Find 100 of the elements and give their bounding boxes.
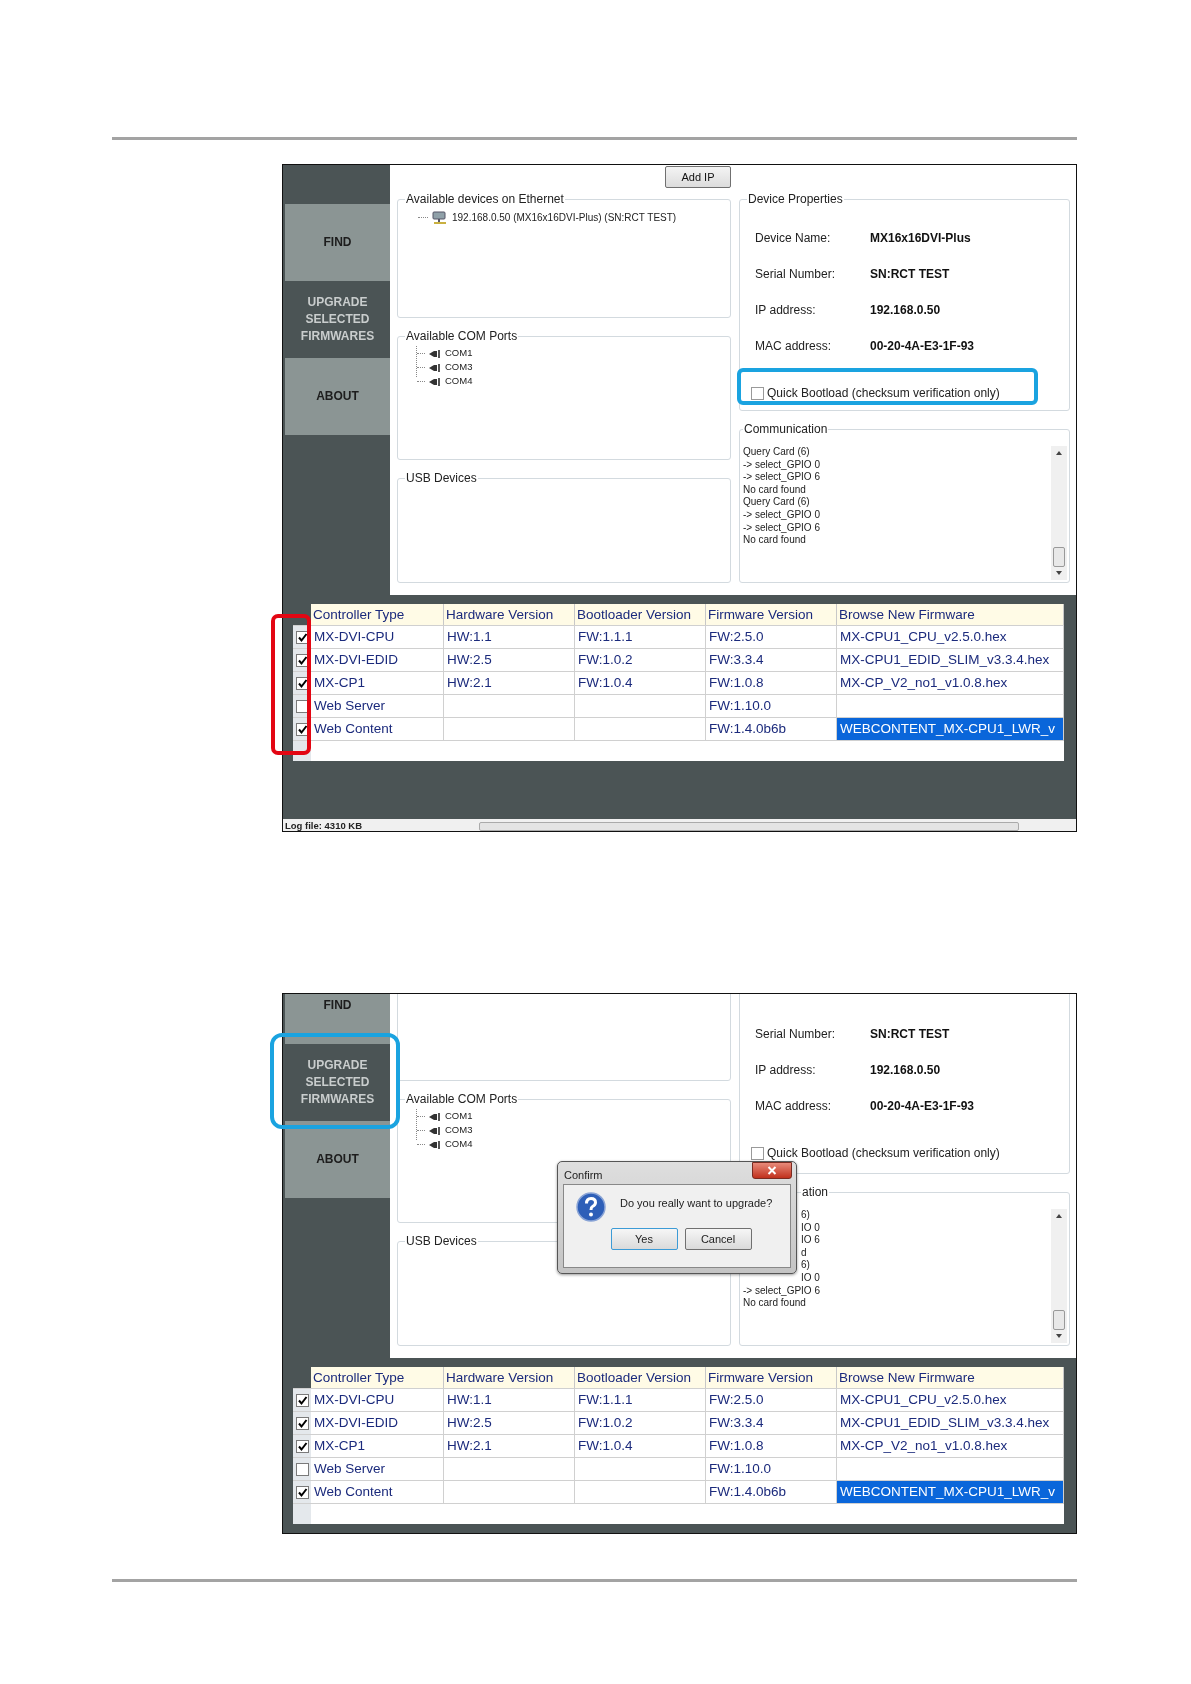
dialog-button[interactable]: Yes (610, 1228, 678, 1250)
column-header[interactable]: Firmware Version (706, 1367, 837, 1388)
com-port[interactable]: COM1 (445, 345, 473, 361)
scrollbar[interactable] (1051, 1209, 1067, 1343)
com-port[interactable]: COM4 (445, 1136, 473, 1152)
table-cell: MX-DVI-CPU (311, 1389, 444, 1411)
table-cell: FW:3.3.4 (706, 649, 837, 671)
field-label: IP address: (755, 302, 817, 319)
checkbox[interactable] (295, 1485, 309, 1499)
sidebar-button[interactable]: FIND (285, 204, 390, 281)
column-header[interactable]: Bootloader Version (575, 604, 706, 625)
column-header[interactable]: Hardware Version (444, 604, 575, 625)
table-cell: FW:1.0.8 (706, 1435, 837, 1457)
table-cell[interactable]: MX-CPU1_EDID_SLIM_v3.3.4.hex (837, 1412, 1064, 1434)
table-cell: FW:1.0.2 (575, 1412, 706, 1434)
group-title: Available COM Ports (405, 328, 519, 345)
table-cell: FW:1.4.0b6b (706, 718, 837, 740)
dialog-title: Confirm (564, 1168, 603, 1183)
scrollbar-thumb[interactable] (1053, 1310, 1065, 1330)
column-header[interactable]: Browse New Firmware (837, 1367, 1064, 1388)
table-cell[interactable]: MX-CP_V2_no1_v1.0.8.hex (837, 1435, 1064, 1457)
checkbox[interactable] (295, 1393, 309, 1407)
table-cell: FW:1.0.2 (575, 649, 706, 671)
table-cell: FW:1.1.1 (575, 1389, 706, 1411)
table-cell[interactable]: WEBCONTENT_MX-CPU1_LWR_v (837, 1481, 1064, 1503)
plug-icon (428, 1111, 442, 1121)
log-line: -> select_GPIO 0 (743, 508, 820, 522)
field-label: MAC address: (755, 338, 833, 355)
field-value: 00-20-4A-E3-1F-93 (870, 338, 975, 355)
table-cell: FW:1.0.4 (575, 1435, 706, 1457)
group-title: USB Devices (405, 1233, 478, 1250)
log-line: -> select_GPIO 0 (743, 458, 820, 472)
com-port[interactable]: COM3 (445, 359, 473, 375)
group-title: Device Properties (747, 191, 844, 208)
close-icon (767, 1166, 777, 1175)
sidebar-button[interactable]: FIND (285, 994, 390, 1044)
up-arrow-icon (1055, 449, 1063, 457)
com-port[interactable]: COM1 (445, 1108, 473, 1124)
checkbox[interactable] (295, 1462, 309, 1476)
device-entry[interactable]: 192.168.0.50 (MX16x16DVI-Plus) (SN:RCT TEST) (452, 210, 677, 225)
checkbox[interactable] (751, 386, 764, 400)
scrollbar-thumb[interactable] (1053, 547, 1065, 567)
plug-icon (428, 1125, 442, 1135)
column-header[interactable]: Controller Type (311, 604, 444, 625)
dialog-button[interactable]: Cancel (684, 1228, 752, 1250)
log-line: IO 0 (801, 1221, 820, 1235)
column-header[interactable]: Bootloader Version (575, 1367, 706, 1388)
com-port[interactable]: COM3 (445, 1122, 473, 1138)
table-cell: FW:3.3.4 (706, 1412, 837, 1434)
field-label: IP address: (755, 1062, 817, 1079)
checkbox-label: Quick Bootload (checksum verification only) (767, 385, 1000, 402)
log-line: d (801, 1246, 807, 1260)
table-cell: FW:2.5.0 (706, 626, 837, 648)
plug-icon (428, 362, 442, 372)
up-arrow-icon (1055, 1212, 1063, 1220)
column-header[interactable]: Browse New Firmware (837, 604, 1064, 625)
table-cell: FW:1.1.1 (575, 626, 706, 648)
column-header[interactable]: Controller Type (311, 1367, 444, 1388)
close-button[interactable] (752, 1162, 792, 1179)
log-line: -> select_GPIO 6 (743, 1284, 820, 1298)
sidebar-button[interactable]: ABOUT (285, 358, 390, 435)
checkbox[interactable] (751, 1146, 764, 1160)
question-icon (576, 1192, 606, 1222)
log-line: Query Card (6) (743, 446, 810, 459)
table-cell[interactable]: MX-CPU1_EDID_SLIM_v3.3.4.hex (837, 649, 1064, 671)
table-cell[interactable] (837, 1458, 1064, 1480)
log-line: -> select_GPIO 6 (743, 521, 820, 535)
scrollbar[interactable] (1051, 446, 1067, 580)
down-arrow-icon (1055, 1332, 1063, 1340)
checkbox[interactable] (295, 1416, 309, 1430)
scrollbar[interactable] (479, 821, 1019, 831)
plug-icon (428, 376, 442, 386)
group-title: USB Devices (405, 470, 478, 487)
network-device-icon (432, 210, 448, 225)
add-ip-button[interactable]: Add IP (665, 166, 731, 188)
column-header[interactable]: Hardware Version (444, 1367, 575, 1388)
table-cell: Web Server (311, 695, 444, 717)
table-cell[interactable] (837, 695, 1064, 717)
table-cell[interactable]: WEBCONTENT_MX-CPU1_LWR_v (837, 718, 1064, 740)
table-cell: MX-CP1 (311, 1435, 444, 1457)
table-cell: FW:1.4.0b6b (706, 1481, 837, 1503)
table-cell: HW:1.1 (444, 626, 575, 648)
field-label: MAC address: (755, 1098, 833, 1115)
log-line: Query Card (6) (743, 496, 810, 509)
column-header[interactable]: Firmware Version (706, 604, 837, 625)
table-cell: HW:1.1 (444, 1389, 575, 1411)
checkbox[interactable] (295, 1439, 309, 1453)
field-value: 00-20-4A-E3-1F-93 (870, 1098, 975, 1115)
table-cell[interactable]: MX-CP_V2_no1_v1.0.8.hex (837, 672, 1064, 694)
dialog-message: Do you really want to upgrade? (620, 1196, 773, 1211)
table-cell: FW:1.10.0 (706, 695, 837, 717)
com-port[interactable]: COM4 (445, 373, 473, 389)
sidebar-button[interactable]: ABOUT (285, 1121, 390, 1198)
log-line: IO 6 (801, 1234, 820, 1247)
log-line: 6) (801, 1209, 810, 1222)
table-cell: HW:2.1 (444, 672, 575, 694)
table-cell[interactable]: MX-CPU1_CPU_v2.5.0.hex (837, 1389, 1064, 1411)
table-cell[interactable]: MX-CPU1_CPU_v2.5.0.hex (837, 626, 1064, 648)
table-cell: FW:1.10.0 (706, 1458, 837, 1480)
table-cell: MX-DVI-EDID (311, 649, 444, 671)
